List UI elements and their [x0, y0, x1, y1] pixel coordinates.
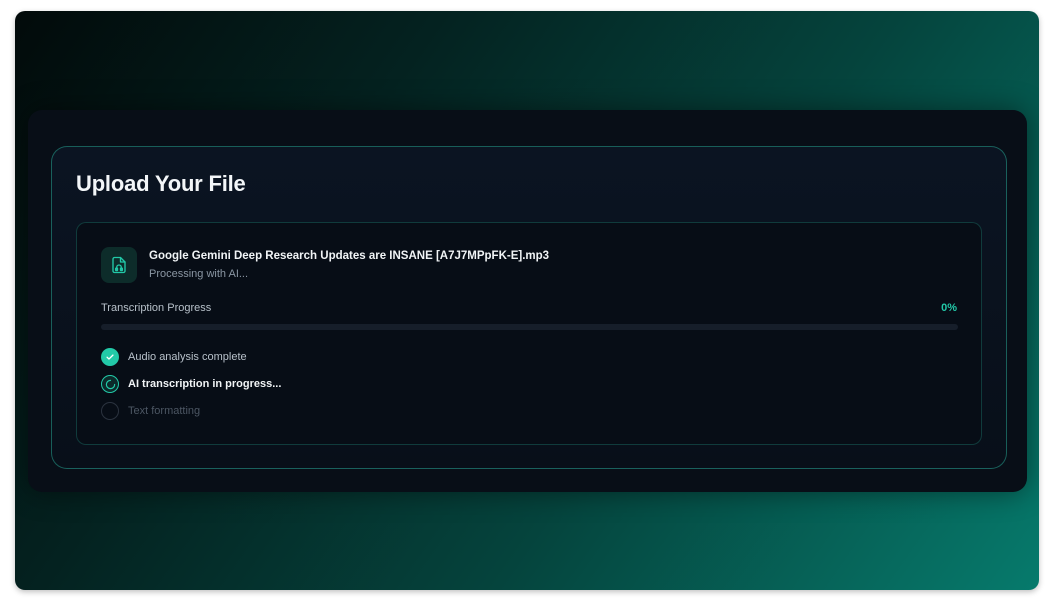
upload-panel: Upload Your File Google Gemini Deep Rese… [28, 110, 1027, 492]
file-name: Google Gemini Deep Research Updates are … [149, 250, 550, 262]
app-window: Upload Your File Google Gemini Deep Rese… [15, 11, 1039, 590]
step-label: AI transcription in progress... [128, 378, 282, 390]
progress-bar [101, 324, 958, 330]
step-text-formatting: Text formatting [101, 402, 200, 420]
audio-file-icon [101, 247, 137, 283]
empty-circle-icon [101, 402, 119, 420]
step-label: Audio analysis complete [128, 351, 247, 363]
step-ai-transcription: AI transcription in progress... [101, 375, 281, 393]
upload-card: Upload Your File Google Gemini Deep Rese… [51, 146, 1007, 469]
step-audio-analysis: Audio analysis complete [101, 348, 247, 366]
step-label: Text formatting [128, 405, 201, 417]
progress-percent: 0% [941, 302, 957, 314]
progress-label: Transcription Progress [101, 302, 212, 314]
check-icon [101, 348, 119, 366]
file-processing-box: Google Gemini Deep Research Updates are … [76, 222, 982, 445]
file-status: Processing with AI... [149, 268, 249, 280]
spinner-icon [101, 375, 119, 393]
page-title: Upload Your File [76, 171, 246, 196]
